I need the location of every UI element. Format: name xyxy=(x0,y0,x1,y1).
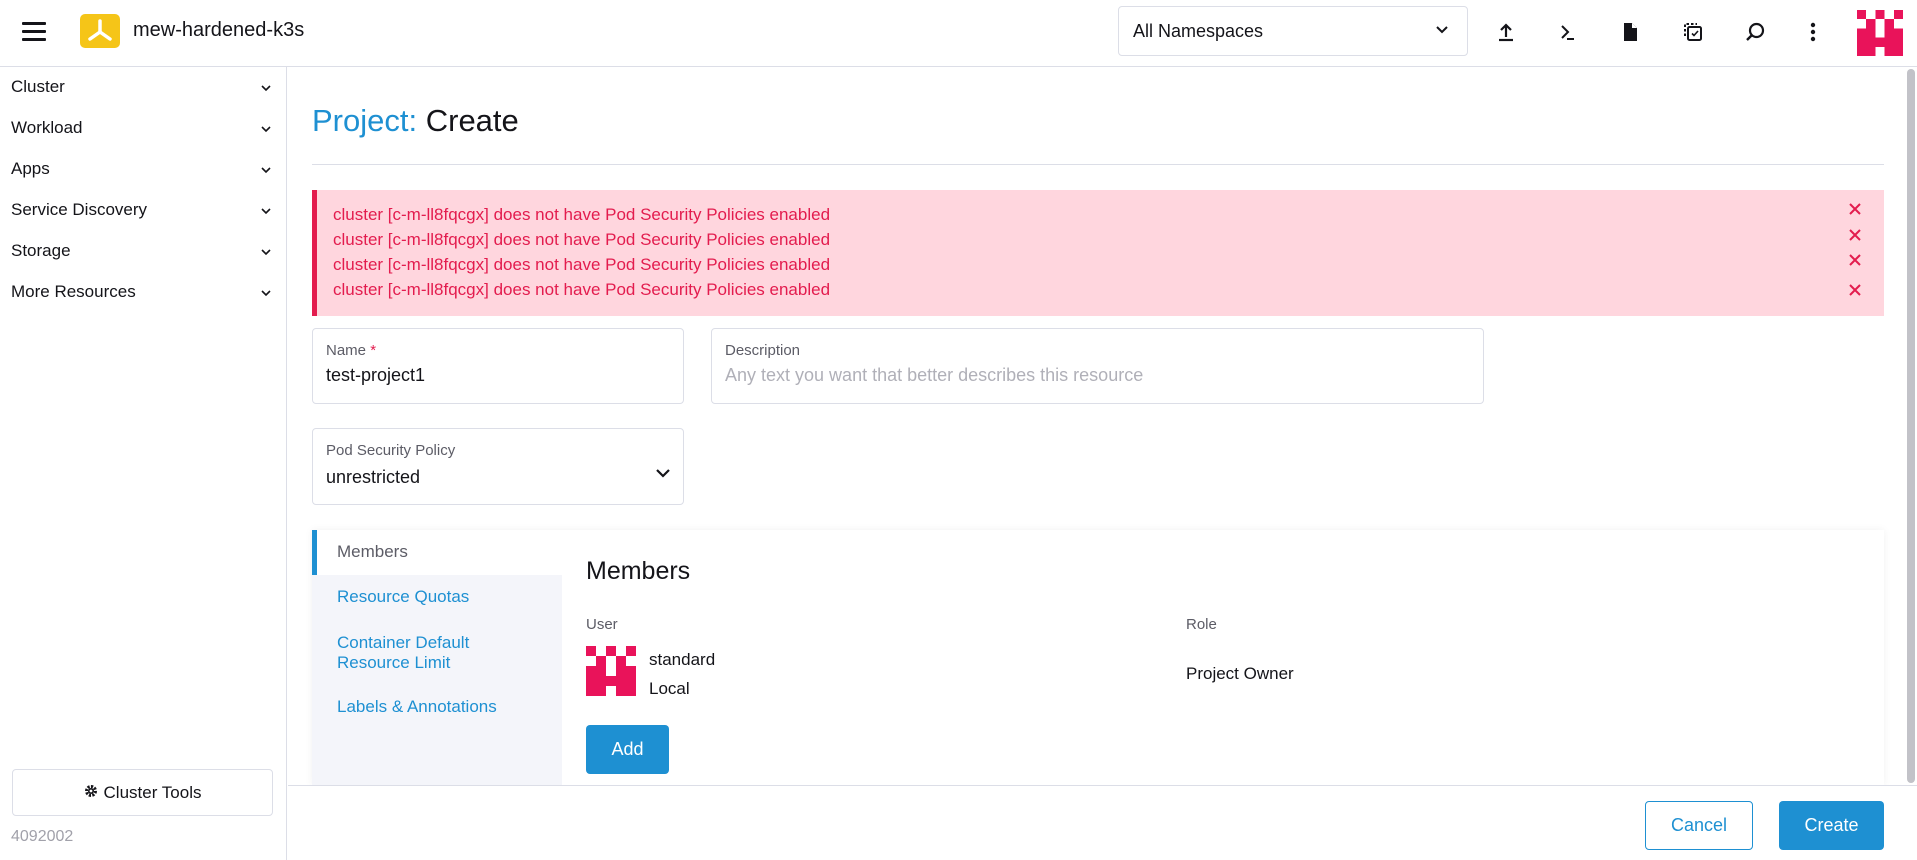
gear-icon xyxy=(84,783,98,803)
form-footer: Cancel Create xyxy=(288,785,1917,860)
chevron-down-icon xyxy=(260,286,272,304)
error-banner: cluster [c-m-ll8fqcgx] does not have Pod… xyxy=(312,190,1884,316)
nav-item-service-discovery[interactable]: Service Discovery xyxy=(0,191,286,231)
namespace-select-value: All Namespaces xyxy=(1133,21,1264,41)
tab-labels-annotations[interactable]: Labels & Annotations xyxy=(312,685,562,730)
psp-value: unrestricted xyxy=(326,467,421,487)
description-field[interactable]: Description xyxy=(711,328,1484,404)
close-icon[interactable] xyxy=(1846,281,1864,299)
tab-label: Members xyxy=(337,542,408,561)
nav-item-label: Cluster xyxy=(11,77,65,96)
search-icon[interactable] xyxy=(1742,19,1768,45)
shell-icon[interactable] xyxy=(1555,19,1581,45)
chevron-down-icon xyxy=(260,163,272,181)
cluster-tools-label: Cluster Tools xyxy=(103,782,202,802)
nav-item-apps[interactable]: Apps xyxy=(0,150,286,190)
user-avatar[interactable] xyxy=(1857,10,1903,56)
member-provider: Local xyxy=(649,679,690,698)
nav-item-label: More Resources xyxy=(11,282,136,301)
chevron-down-icon xyxy=(260,245,272,263)
description-input[interactable] xyxy=(725,365,1466,386)
member-role: Project Owner xyxy=(1186,664,1294,683)
scrollbar-thumb[interactable] xyxy=(1907,69,1915,783)
cluster-tools-button[interactable]: Cluster Tools xyxy=(12,769,273,816)
tab-label: Container Default Resource Limit xyxy=(337,633,470,672)
nav-item-storage[interactable]: Storage xyxy=(0,232,286,272)
members-heading: Members xyxy=(586,557,691,585)
copy-config-icon[interactable] xyxy=(1680,19,1706,45)
description-label: Description xyxy=(725,342,801,359)
tab-container-default-resource-limit[interactable]: Container Default Resource Limit xyxy=(312,620,562,685)
chevron-down-icon xyxy=(1433,21,1451,44)
role-column-header: Role xyxy=(1186,616,1217,633)
member-name: standard xyxy=(649,650,716,669)
cancel-button[interactable]: Cancel xyxy=(1645,801,1753,850)
tab-list: Members Resource Quotas Container Defaul… xyxy=(312,530,562,785)
error-message: cluster [c-m-ll8fqcgx] does not have Pod… xyxy=(333,230,831,249)
chevron-down-icon xyxy=(260,81,272,99)
close-icon[interactable] xyxy=(1846,200,1864,218)
upload-icon[interactable] xyxy=(1493,19,1519,45)
file-icon[interactable] xyxy=(1617,19,1643,45)
page-title-prefix[interactable]: Project: xyxy=(312,103,417,138)
member-avatar xyxy=(586,646,636,696)
namespace-select[interactable]: All Namespaces xyxy=(1118,6,1468,56)
tab-label: Resource Quotas xyxy=(337,587,470,606)
user-column-header: User xyxy=(586,616,618,633)
nav-item-more-resources[interactable]: More Resources xyxy=(0,273,286,313)
tabbed-area: Members Resource Quotas Container Defaul… xyxy=(312,530,1884,785)
more-vert-icon[interactable] xyxy=(1800,19,1826,45)
error-message: cluster [c-m-ll8fqcgx] does not have Pod… xyxy=(333,280,831,299)
close-icon[interactable] xyxy=(1846,251,1864,269)
close-icon[interactable] xyxy=(1846,226,1864,244)
nav-item-label: Workload xyxy=(11,118,83,137)
psp-label: Pod Security Policy xyxy=(326,442,456,459)
tab-resource-quotas[interactable]: Resource Quotas xyxy=(312,575,562,620)
page-title-action: Create xyxy=(425,103,519,138)
error-message: cluster [c-m-ll8fqcgx] does not have Pod… xyxy=(333,255,831,274)
cluster-name: mew-hardened-k3s xyxy=(133,19,305,41)
name-label: Name * xyxy=(326,342,377,359)
tab-members[interactable]: Members xyxy=(312,530,562,575)
top-header: mew-hardened-k3s All Namespaces xyxy=(0,0,1917,67)
required-marker: * xyxy=(370,342,377,359)
nav-item-label: Apps xyxy=(11,159,50,178)
nav-item-label: Storage xyxy=(11,241,71,260)
error-message: cluster [c-m-ll8fqcgx] does not have Pod… xyxy=(333,205,831,224)
menu-icon[interactable] xyxy=(22,22,46,42)
tab-label: Labels & Annotations xyxy=(337,697,497,716)
chevron-down-icon xyxy=(260,122,272,140)
side-nav: Cluster Workload Apps Service Discovery … xyxy=(0,67,287,860)
nav-item-workload[interactable]: Workload xyxy=(0,109,286,149)
pod-security-policy-select[interactable]: Pod Security Policy unrestricted xyxy=(312,428,684,505)
divider xyxy=(312,164,1884,165)
page-title: Project: Create xyxy=(312,103,519,139)
nav-item-cluster[interactable]: Cluster xyxy=(0,68,286,108)
nav-item-label: Service Discovery xyxy=(11,200,148,219)
name-field[interactable]: Name * xyxy=(312,328,684,404)
name-input[interactable] xyxy=(326,365,666,386)
cluster-logo-icon xyxy=(80,14,120,48)
chevron-down-icon xyxy=(260,204,272,222)
add-member-button[interactable]: Add xyxy=(586,725,669,774)
scrollbar[interactable] xyxy=(1905,67,1917,785)
version-label: 4092002 xyxy=(11,828,74,845)
create-button[interactable]: Create xyxy=(1779,801,1884,850)
chevron-down-icon xyxy=(653,463,673,488)
